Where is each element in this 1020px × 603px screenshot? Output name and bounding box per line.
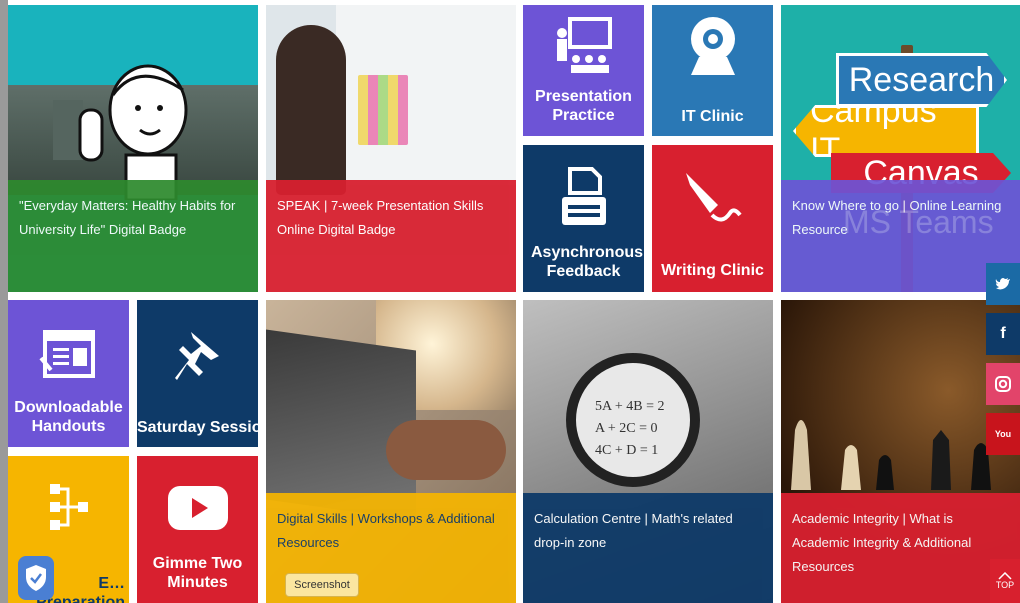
sign-ms-teams: MS Teams xyxy=(843,206,994,238)
tile-digital-skills-text: Digital Skills | Workshops & Additional … xyxy=(277,511,495,550)
svg-text:4C + D = 1: 4C + D = 1 xyxy=(595,443,658,458)
tile-healthy-habits[interactable]: "Everyday Matters: Healthy Habits for Un… xyxy=(8,5,258,292)
tile-asynchronous-feedback-label: Asynchronous Feedback xyxy=(531,244,644,280)
tile-presentation-practice[interactable]: Presentation Practice xyxy=(523,5,644,136)
sticky-notes xyxy=(358,75,408,145)
youtube-play-icon xyxy=(167,486,228,530)
handout-webpage-icon xyxy=(38,330,95,378)
facebook-button[interactable]: f xyxy=(986,313,1020,355)
tile-healthy-habits-caption: "Everyday Matters: Healthy Habits for Un… xyxy=(8,180,258,292)
screenshot-tooltip: Screenshot xyxy=(285,573,359,597)
sign-campus-it: Campus IT xyxy=(793,105,979,157)
tile-know-where[interactable]: Research Campus IT Canvas Know Where to … xyxy=(781,5,1020,292)
tile-healthy-habits-text: "Everyday Matters: Healthy Habits for Un… xyxy=(19,198,236,237)
tile-academic-integrity[interactable]: Academic Integrity | What is Academic In… xyxy=(781,300,1020,603)
tile-speak[interactable]: SPEAK | 7-week Presentation Skills Onlin… xyxy=(266,5,516,292)
webcam-icon xyxy=(690,17,735,75)
tile-presentation-practice-label: Presentation Practice xyxy=(535,88,632,124)
svg-text:5A + 4B = 2: 5A + 4B = 2 xyxy=(595,399,664,414)
presenter-board-icon xyxy=(556,17,612,73)
tile-calculation-centre-caption: Calculation Centre | Math's related drop… xyxy=(523,493,773,603)
tile-calculation-centre[interactable]: 5A + 4B = 2 A + 2C = 0 4C + D = 1 Calcul… xyxy=(523,300,773,603)
twitter-icon xyxy=(995,278,1010,290)
hands-photo xyxy=(386,420,506,480)
instagram-button[interactable] xyxy=(986,363,1020,405)
left-scroll-edge xyxy=(0,0,8,603)
tile-writing-clinic-label: Writing Clinic xyxy=(661,262,764,279)
tile-digital-skills[interactable]: Digital Skills | Workshops & Additional … xyxy=(266,300,516,603)
tile-downloadable-handouts[interactable]: Downloadable Handouts xyxy=(8,300,129,447)
tile-saturday-sessions-label: Saturday Sessions xyxy=(137,419,258,436)
sign-research: Research xyxy=(836,53,1007,107)
tile-writing-clinic[interactable]: Writing Clinic xyxy=(652,145,773,292)
tile-saturday-sessions[interactable]: Saturday Sessions xyxy=(137,300,258,447)
flowchart-icon xyxy=(49,484,88,530)
tile-speak-text: SPEAK | 7-week Presentation Skills Onlin… xyxy=(277,198,484,237)
chess-pieces-photo xyxy=(791,420,991,490)
facebook-icon: f xyxy=(1000,325,1006,342)
tile-gimme-two-minutes-label: Gimme Two Minutes xyxy=(152,555,243,591)
tile-gimme-two-minutes[interactable]: Gimme Two Minutes xyxy=(137,456,258,603)
youtube-icon: You xyxy=(994,429,1012,439)
tile-calculation-centre-text: Calculation Centre | Math's related drop… xyxy=(534,511,733,550)
laptop-photo xyxy=(266,329,416,521)
screenshot-tooltip-text: Screenshot xyxy=(294,579,350,591)
back-to-top-label: TOP xyxy=(995,580,1015,590)
twitter-button[interactable] xyxy=(986,263,1020,305)
sign-ms-teams-text: MS Teams xyxy=(843,204,994,240)
tile-asynchronous-feedback[interactable]: Asynchronous Feedback xyxy=(523,145,644,292)
privacy-shield-button[interactable] xyxy=(18,556,54,600)
tile-know-where-caption: Know Where to go | Online Learning Resou… xyxy=(781,180,1020,292)
instagram-icon xyxy=(995,376,1011,392)
chevron-up-icon xyxy=(998,572,1012,580)
back-to-top-button[interactable]: TOP xyxy=(990,559,1020,603)
tile-speak-caption: SPEAK | 7-week Presentation Skills Onlin… xyxy=(266,180,516,292)
presenter-figure xyxy=(276,25,346,195)
tile-academic-integrity-text: Academic Integrity | What is Academic In… xyxy=(792,511,972,574)
tile-it-clinic-label: IT Clinic xyxy=(681,108,744,125)
magnifier-math-photo: 5A + 4B = 2 A + 2C = 0 4C + D = 1 xyxy=(566,353,700,487)
tile-downloadable-handouts-label: Downloadable Handouts xyxy=(14,399,123,435)
tile-it-clinic[interactable]: IT Clinic xyxy=(652,5,773,136)
youtube-button[interactable]: You xyxy=(986,413,1020,455)
typewriter-icon xyxy=(561,167,606,225)
cartoon-person-illustration xyxy=(78,64,188,200)
tile-academic-integrity-caption: Academic Integrity | What is Academic In… xyxy=(781,493,1020,603)
page-frame: "Everyday Matters: Healthy Habits for Un… xyxy=(0,0,1020,603)
pushpin-icon xyxy=(174,332,219,380)
svg-text:A + 2C = 0: A + 2C = 0 xyxy=(595,421,657,436)
shield-check-icon xyxy=(26,565,46,591)
sign-research-text: Research xyxy=(848,60,995,99)
fountain-pen-icon xyxy=(685,173,742,222)
